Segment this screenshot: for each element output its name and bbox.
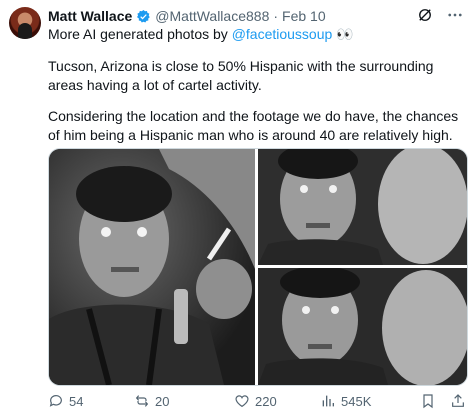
intro-line: More AI generated photos by @facetiousso… xyxy=(48,26,354,43)
media-image-3[interactable] xyxy=(258,268,467,385)
more-options-icon[interactable] xyxy=(446,6,464,24)
retweet-count: 20 xyxy=(155,393,170,409)
media-image-1[interactable] xyxy=(49,149,255,385)
retweet-icon xyxy=(135,395,149,407)
like-button[interactable]: 220 xyxy=(234,393,320,409)
separator-dot: · xyxy=(273,8,279,24)
author-name[interactable]: Matt Wallace xyxy=(48,8,132,24)
views-button[interactable]: 545K xyxy=(320,393,420,409)
grayscale-photo-man-closeup-icon xyxy=(258,149,467,265)
header-actions xyxy=(416,6,464,24)
grayscale-photo-man-smoking-icon xyxy=(49,149,255,385)
views-bar-chart-icon xyxy=(322,395,334,407)
eyes-emoji-icon: 👀 xyxy=(336,26,354,42)
grok-icon[interactable] xyxy=(416,6,434,24)
post-footer: 54 20 220 545K xyxy=(48,390,466,412)
reply-count: 54 xyxy=(69,393,84,409)
retweet-button[interactable]: 20 xyxy=(134,393,234,409)
post-date[interactable]: Feb 10 xyxy=(282,8,326,24)
reply-icon xyxy=(49,395,62,407)
avatar[interactable] xyxy=(9,7,41,39)
post-paragraph-2: Considering the location and the footage… xyxy=(48,108,459,143)
post-paragraph-1: Tucson, Arizona is close to 50% Hispanic… xyxy=(48,58,434,93)
intro-text: More AI generated photos by xyxy=(48,26,232,42)
author-handle[interactable]: @MattWallace888 xyxy=(155,8,269,24)
grayscale-photo-man-closeup-icon xyxy=(258,268,467,385)
bookmark-icon[interactable] xyxy=(420,393,436,409)
post-header: Matt Wallace @MattWallace888 · Feb 10 xyxy=(48,6,464,26)
verified-badge-icon xyxy=(137,9,151,22)
views-count: 545K xyxy=(341,393,372,409)
reply-button[interactable]: 54 xyxy=(48,393,134,409)
share-icon[interactable] xyxy=(450,393,466,409)
media-grid xyxy=(48,148,468,386)
heart-icon xyxy=(235,395,249,408)
media-image-2[interactable] xyxy=(258,149,467,265)
like-count: 220 xyxy=(255,393,277,409)
footer-end-actions xyxy=(420,393,466,409)
mention-link[interactable]: @facetioussoup xyxy=(232,26,333,42)
